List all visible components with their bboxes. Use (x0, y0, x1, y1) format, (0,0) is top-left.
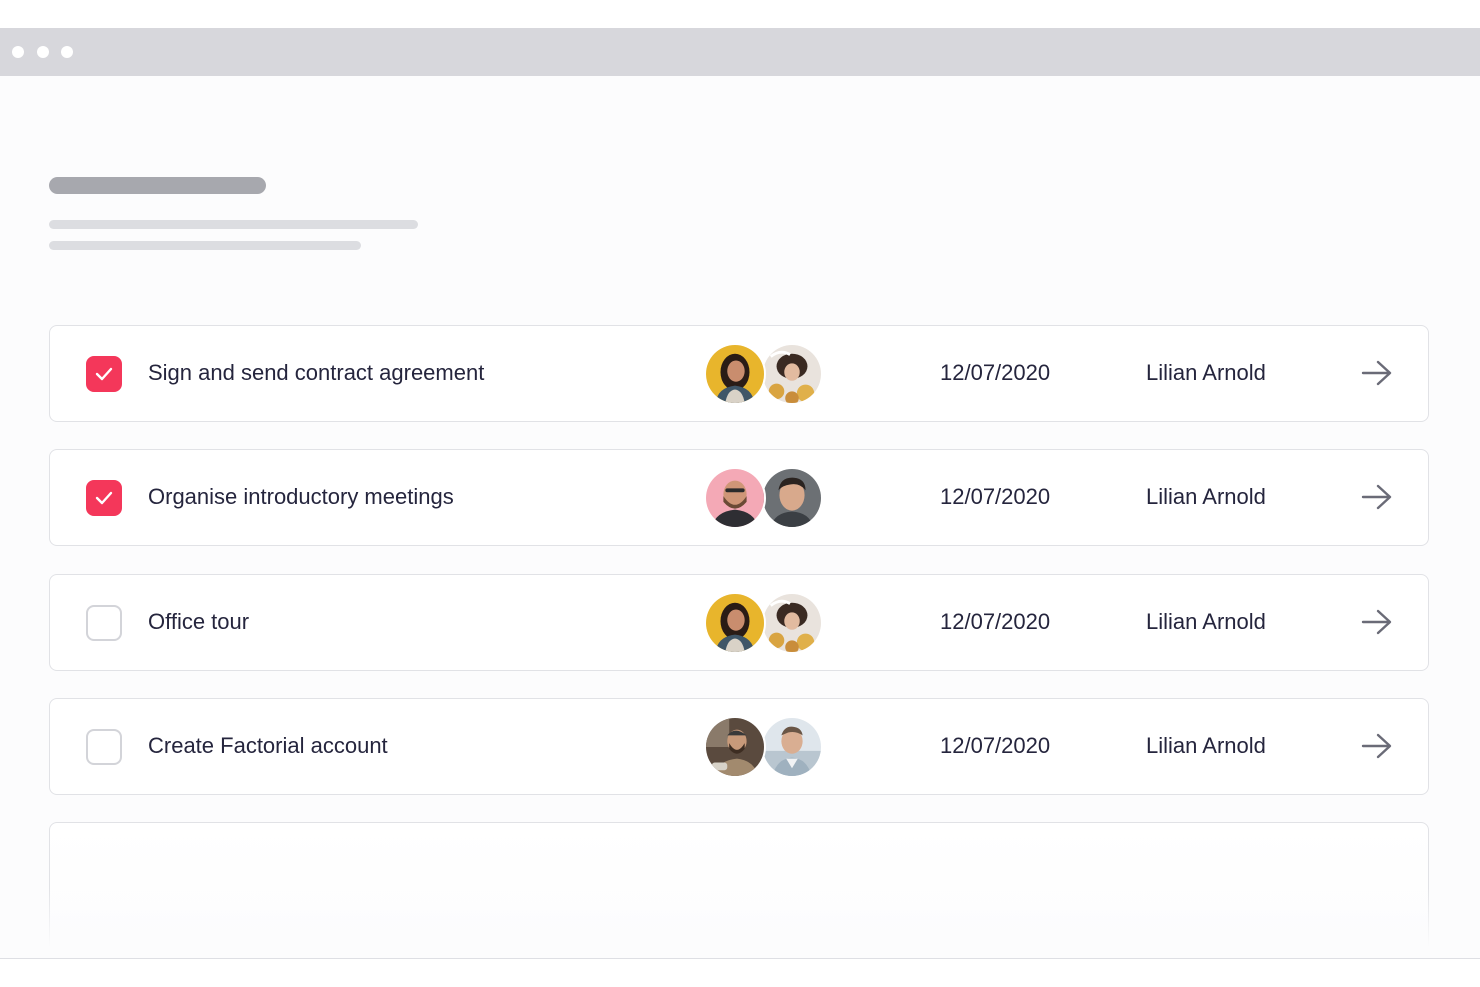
fade-overlay (0, 888, 1480, 958)
task-checkbox[interactable] (86, 605, 122, 641)
avatar-woman-lying-flowers (761, 343, 823, 405)
avatar-woman-yellow-bg (704, 592, 766, 654)
avatar-man-dark-bg (761, 467, 823, 529)
check-icon (95, 367, 113, 381)
task-label: Create Factorial account (148, 733, 388, 758)
task-label: Office tour (148, 609, 250, 634)
avatar-group (704, 467, 824, 531)
text-placeholder (49, 241, 361, 250)
arrow-right-icon[interactable] (1361, 359, 1393, 387)
avatar-group (704, 343, 824, 407)
text-placeholder (49, 220, 418, 229)
avatar-man-cafe (704, 716, 766, 778)
window-dot-icon[interactable] (61, 46, 73, 58)
check-icon (95, 491, 113, 505)
window-dot-icon[interactable] (37, 46, 49, 58)
avatar-bearded-man-pink-bg (704, 467, 766, 529)
task-label: Organise introductory meetings (148, 484, 454, 509)
task-due-date: 12/07/2020 (940, 609, 1051, 634)
window-dot-icon[interactable] (12, 46, 24, 58)
task-checkbox[interactable] (86, 480, 122, 516)
task-checkbox[interactable] (86, 356, 122, 392)
app-window: Sign and send contract agreement 12/07/2… (0, 28, 1480, 959)
task-due-date: 12/07/2020 (940, 360, 1051, 385)
task-due-date: 12/07/2020 (940, 484, 1051, 509)
task-row[interactable]: Office tour 12/07/2020 Lilian Arnold (49, 574, 1429, 671)
task-assignee: Lilian Arnold (1146, 360, 1266, 385)
arrow-right-icon[interactable] (1361, 483, 1393, 511)
avatar-woman-lying-flowers (761, 592, 823, 654)
avatar-group (704, 592, 824, 656)
task-assignee: Lilian Arnold (1146, 484, 1266, 509)
heading-placeholder (49, 177, 266, 194)
task-label: Sign and send contract agreement (148, 360, 485, 385)
avatar-man-outdoor (761, 716, 823, 778)
task-assignee: Lilian Arnold (1146, 609, 1266, 634)
arrow-right-icon[interactable] (1361, 608, 1393, 636)
task-assignee: Lilian Arnold (1146, 733, 1266, 758)
task-checkbox[interactable] (86, 729, 122, 765)
avatar-woman-yellow-bg (704, 343, 766, 405)
arrow-right-icon[interactable] (1361, 732, 1393, 760)
task-row[interactable]: Sign and send contract agreement 12/07/2… (49, 325, 1429, 422)
window-titlebar (0, 28, 1480, 76)
task-row[interactable]: Organise introductory meetings 12/07/202… (49, 449, 1429, 546)
task-due-date: 12/07/2020 (940, 733, 1051, 758)
avatar-group (704, 716, 824, 780)
task-row[interactable]: Create Factorial account 12/07/2020 Lili… (49, 698, 1429, 795)
